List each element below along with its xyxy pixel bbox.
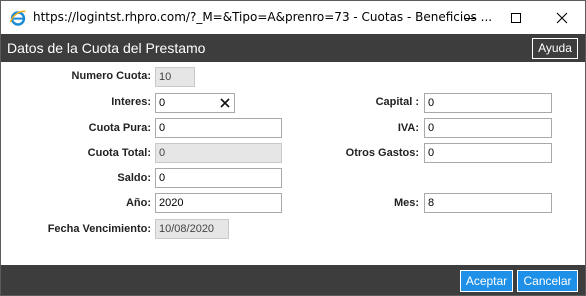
window-title: https://logintst.rhpro.com/?_M=&Tipo=A&p… <box>33 10 493 24</box>
capital-input[interactable]: 0 <box>424 93 552 113</box>
cancel-button[interactable]: Cancelar <box>517 270 578 292</box>
maximize-icon <box>511 12 521 23</box>
cuota-total-field: 0 <box>155 143 282 163</box>
minimize-button[interactable] <box>447 1 493 34</box>
mes-label: Mes: <box>393 197 419 209</box>
cuota-pura-input[interactable]: 0 <box>155 118 282 138</box>
fecha-vencimiento-field: 10/08/2020 <box>155 219 229 239</box>
iva-input[interactable]: 0 <box>424 118 552 138</box>
clear-icon[interactable] <box>218 96 232 110</box>
help-button[interactable]: Ayuda <box>532 38 578 59</box>
interes-input[interactable]: 0 <box>155 93 235 113</box>
anio-input[interactable]: 2020 <box>155 193 282 213</box>
anio-label: Año: <box>125 197 151 209</box>
otros-gastos-input[interactable]: 0 <box>424 143 552 163</box>
mes-input[interactable]: 8 <box>424 193 552 213</box>
interes-value: 0 <box>159 97 166 109</box>
minimize-icon <box>465 17 475 19</box>
capital-label: Capital : <box>375 96 419 108</box>
dialog-footer: Aceptar Cancelar <box>1 265 585 295</box>
saldo-input[interactable]: 0 <box>155 168 282 188</box>
close-window-button[interactable] <box>539 1 585 34</box>
maximize-button[interactable] <box>493 1 539 34</box>
cuota-total-label: Cuota Total: <box>87 147 151 159</box>
saldo-label: Saldo: <box>117 172 151 184</box>
form-area: Numero Cuota: 10 Interes: 0 Capital : 0 … <box>1 62 585 265</box>
dialog-header: Datos de la Cuota del Prestamo Ayuda <box>1 34 585 62</box>
iva-label: IVA: <box>397 122 419 134</box>
dialog-title: Datos de la Cuota del Prestamo <box>7 40 206 56</box>
window-titlebar[interactable]: https://logintst.rhpro.com/?_M=&Tipo=A&p… <box>1 1 585 34</box>
close-icon <box>556 12 568 23</box>
cuota-pura-label: Cuota Pura: <box>88 122 151 134</box>
dialog-window: https://logintst.rhpro.com/?_M=&Tipo=A&p… <box>0 0 586 296</box>
accept-button[interactable]: Aceptar <box>460 270 513 292</box>
internet-explorer-icon <box>9 9 27 27</box>
numero-cuota-field: 10 <box>155 67 195 87</box>
otros-gastos-label: Otros Gastos: <box>345 147 419 159</box>
fecha-vencimiento-label: Fecha Vencimiento: <box>47 223 151 235</box>
interes-label: Interes: <box>111 96 151 108</box>
numero-cuota-label: Numero Cuota: <box>71 70 151 82</box>
